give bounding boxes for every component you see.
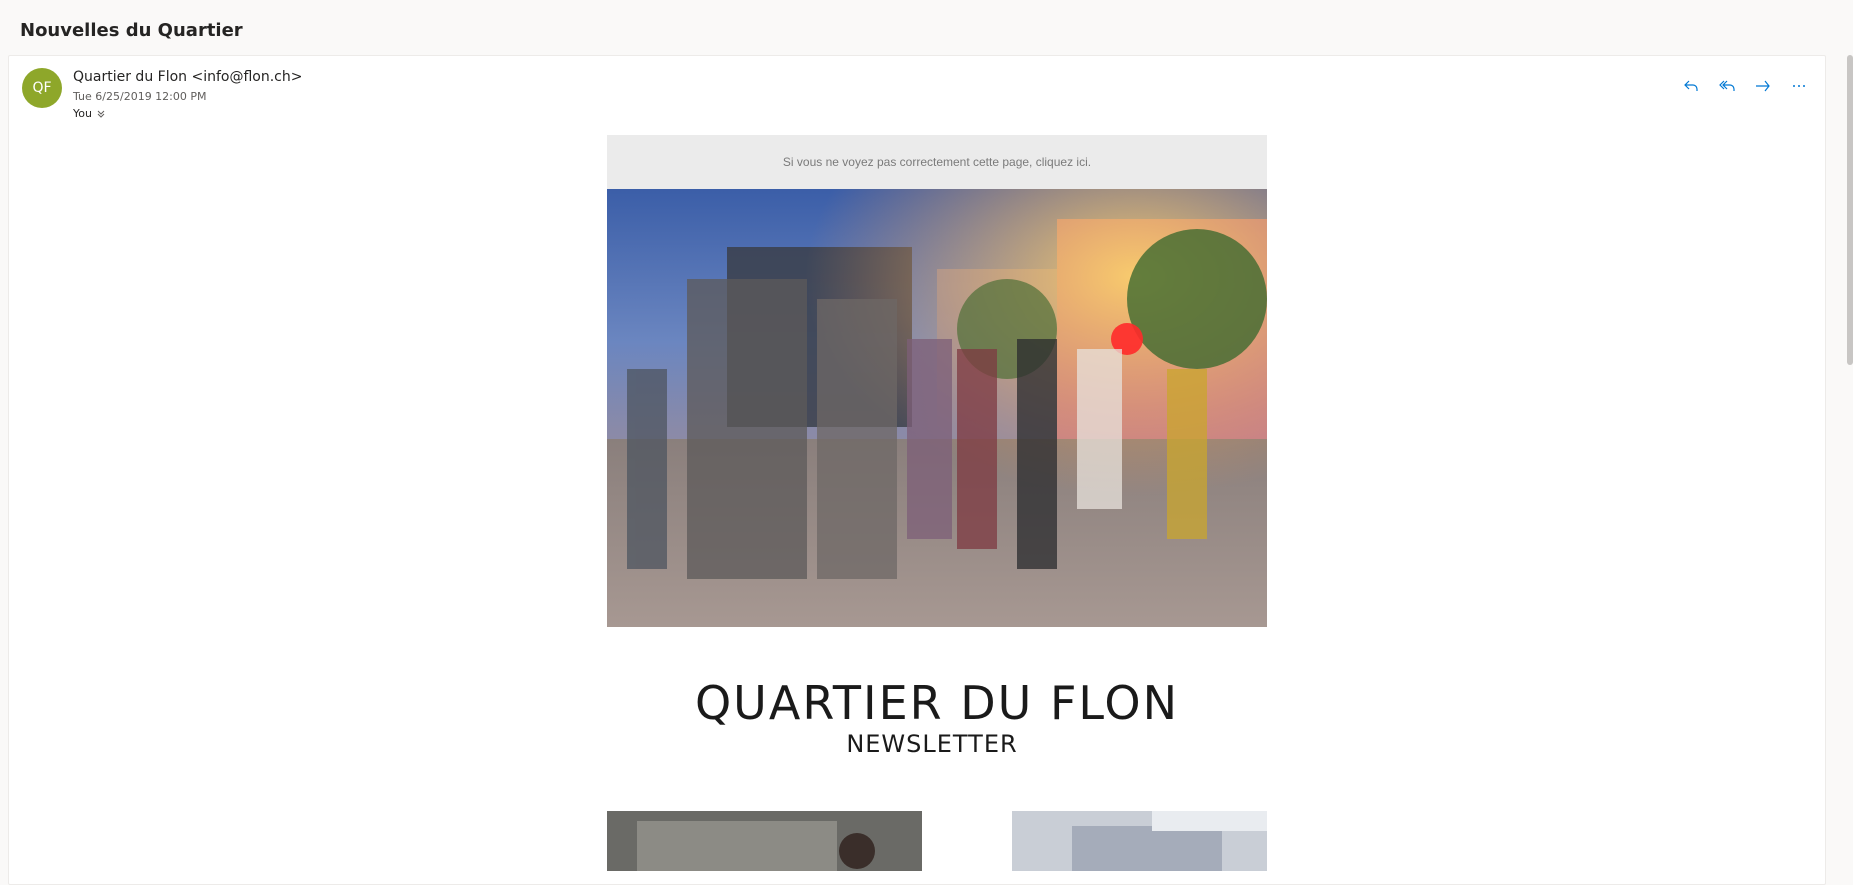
scrollbar-thumb[interactable] bbox=[1847, 55, 1853, 365]
article-thumbnails bbox=[607, 811, 1267, 871]
view-online-link[interactable]: Si vous ne voyez pas correctement cette … bbox=[607, 135, 1267, 189]
more-icon bbox=[1793, 85, 1805, 87]
article-photo-right bbox=[952, 811, 1267, 871]
sent-date: Tue 6/25/2019 12:00 PM bbox=[73, 90, 207, 103]
recipient-name: You bbox=[73, 107, 92, 120]
hero-photo[interactable] bbox=[607, 189, 1267, 627]
brand-subtitle: NEWSLETTER bbox=[846, 730, 1018, 758]
reply-all-icon bbox=[1719, 80, 1735, 91]
newsletter-brand: QUARTIER DU FLON NEWSLETTER bbox=[607, 627, 1267, 811]
article-thumbnail-left[interactable] bbox=[607, 811, 922, 871]
sender-name[interactable]: Quartier du Flon <info@flon.ch> bbox=[73, 69, 302, 85]
message-actions bbox=[1679, 74, 1811, 98]
article-photo-left bbox=[607, 811, 922, 871]
more-actions-button[interactable] bbox=[1787, 74, 1811, 98]
article-thumbnail-right[interactable] bbox=[952, 811, 1267, 871]
forward-button[interactable] bbox=[1751, 74, 1775, 98]
newsletter-body: Si vous ne voyez pas correctement cette … bbox=[607, 135, 1267, 871]
reply-icon bbox=[1684, 80, 1698, 91]
sender-avatar[interactable]: QF bbox=[22, 68, 62, 108]
email-subject: Nouvelles du Quartier bbox=[20, 20, 243, 41]
reading-pane-header: Nouvelles du Quartier bbox=[0, 0, 1853, 55]
night-dancing-square-photo bbox=[607, 189, 1267, 627]
reply-all-button[interactable] bbox=[1715, 74, 1739, 98]
forward-icon bbox=[1756, 80, 1770, 92]
reply-button[interactable] bbox=[1679, 74, 1703, 98]
message-card: QF Quartier du Flon <info@flon.ch> Tue 6… bbox=[8, 55, 1826, 885]
recipient-line[interactable]: You bbox=[73, 107, 106, 120]
chevron-down-icon bbox=[97, 110, 105, 118]
brand-title: QUARTIER DU FLON bbox=[694, 676, 1180, 730]
